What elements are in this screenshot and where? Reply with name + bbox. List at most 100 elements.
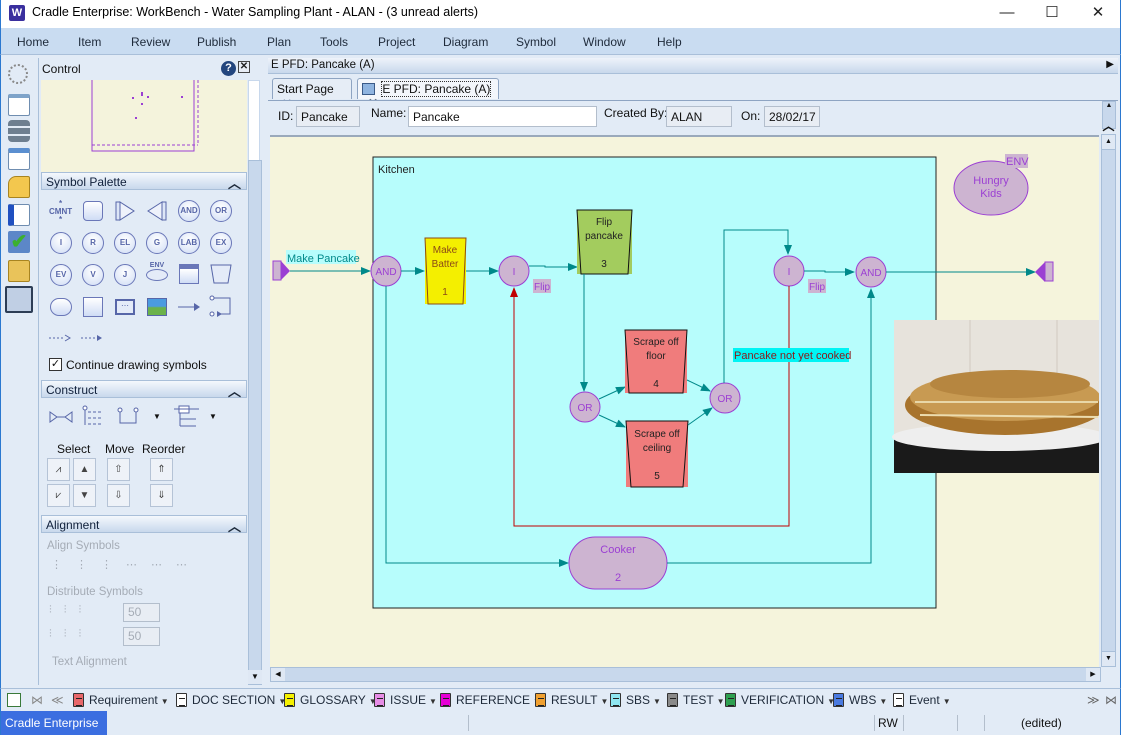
palette-square[interactable] xyxy=(83,297,103,317)
sbs-button[interactable]: SBS ▼ xyxy=(610,693,661,707)
database-icon[interactable] xyxy=(8,120,30,142)
reference-button[interactable]: REFERENCE▼ xyxy=(440,693,541,707)
palette-process[interactable] xyxy=(210,264,232,284)
palette-el[interactable]: EL xyxy=(114,232,136,254)
palette-dashed-open-arrow[interactable] xyxy=(49,332,71,342)
first-icon[interactable]: ⋈ xyxy=(31,693,43,707)
palette-ev[interactable]: EV xyxy=(50,264,72,286)
palette-and[interactable]: AND xyxy=(178,200,200,222)
move-up-button[interactable]: ⇧ xyxy=(107,458,130,481)
pancake-image[interactable] xyxy=(892,320,1099,473)
palette-g[interactable]: G xyxy=(146,232,168,254)
select-up-button[interactable]: ▲ xyxy=(73,458,96,481)
close-panel-icon[interactable]: ✕ xyxy=(238,61,250,73)
date-field[interactable]: 28/02/17 xyxy=(764,106,820,127)
palette-feedback-arrow[interactable] xyxy=(209,294,233,318)
doc-section-button[interactable]: DOC SECTION ▼ xyxy=(176,693,286,707)
canvas-vertical-scrollbar[interactable]: ▲ ▼ xyxy=(1101,134,1116,667)
query-icon[interactable] xyxy=(7,693,21,707)
select-last-button[interactable]: ⩗ xyxy=(47,484,70,507)
palette-arrow[interactable] xyxy=(177,300,201,314)
tab-pancake-diagram[interactable]: E PFD: Pancake (A) ✕ xyxy=(357,78,499,110)
tab-start-page[interactable]: Start Page ✕ xyxy=(272,78,352,110)
palette-j[interactable]: J xyxy=(114,264,136,286)
result-button[interactable]: RESULT ▼ xyxy=(535,693,608,707)
input-source[interactable] xyxy=(272,260,282,281)
menu-symbol[interactable]: Symbol xyxy=(516,35,556,49)
next-icon[interactable]: ≫ xyxy=(1087,693,1100,707)
scroll-up-icon[interactable]: ▲ xyxy=(1102,135,1115,150)
issue-button[interactable]: ISSUE ▼ xyxy=(374,693,437,707)
maximize-button[interactable]: ☐ xyxy=(1029,0,1075,28)
scroll-right-icon[interactable]: ▶ xyxy=(1086,668,1100,681)
alignment-header[interactable]: Alignment ︿ xyxy=(41,515,247,534)
close-button[interactable]: ✕ xyxy=(1075,0,1121,28)
glossary-button[interactable]: GLOSSARY ▼ xyxy=(284,693,377,707)
scroll-left-icon[interactable]: ◀ xyxy=(271,668,285,681)
menu-diagram[interactable]: Diagram xyxy=(443,35,488,49)
palette-frame[interactable] xyxy=(179,264,199,284)
menu-publish[interactable]: Publish xyxy=(197,35,236,49)
menu-window[interactable]: Window xyxy=(583,35,626,49)
palette-r[interactable]: R xyxy=(82,232,104,254)
wbs-button[interactable]: WBS ▼ xyxy=(833,693,887,707)
reorder-down-button[interactable]: ⇓ xyxy=(150,484,173,507)
move-down-button[interactable]: ⇩ xyxy=(107,484,130,507)
prev-icon[interactable]: ≪ xyxy=(51,693,64,707)
overview-scrollbar[interactable] xyxy=(248,80,260,172)
verification-button[interactable]: VERIFICATION ▼ xyxy=(725,693,835,707)
calendar-icon[interactable] xyxy=(8,148,30,170)
menu-home[interactable]: Home xyxy=(17,35,49,49)
palette-i[interactable]: I xyxy=(50,232,72,254)
last-icon[interactable]: ⋈ xyxy=(1105,693,1117,707)
checklist-icon[interactable]: ✔ xyxy=(8,231,30,253)
reorder-up-button[interactable]: ⇑ xyxy=(150,458,173,481)
settings-icon[interactable] xyxy=(8,64,28,84)
bowtie-icon[interactable] xyxy=(49,410,73,424)
menu-help[interactable]: Help xyxy=(657,35,682,49)
gantt-icon[interactable] xyxy=(8,204,30,226)
palette-rounded-box[interactable] xyxy=(83,201,103,221)
requirement-button[interactable]: Requirement ▼ xyxy=(73,693,169,707)
palette-env[interactable]: ENV xyxy=(145,262,169,286)
diagram-icon[interactable] xyxy=(5,286,33,313)
menu-plan[interactable]: Plan xyxy=(267,35,291,49)
minimize-button[interactable]: — xyxy=(984,0,1030,28)
palette-comment[interactable]: * CMNT * xyxy=(49,200,72,224)
menu-item[interactable]: Item xyxy=(78,35,101,49)
name-field[interactable]: Pancake xyxy=(408,106,597,127)
created-by-field[interactable]: ALAN xyxy=(666,106,732,127)
palette-v[interactable]: V xyxy=(82,264,104,286)
palette-lab[interactable]: LAB xyxy=(178,232,200,254)
palette-source[interactable] xyxy=(115,201,135,221)
tree-dropdown-icon[interactable]: ▼ xyxy=(209,412,217,421)
connector-dropdown-icon[interactable]: ▼ xyxy=(153,412,161,421)
event-button[interactable]: Event ▼ xyxy=(893,693,951,707)
collapse-icon[interactable]: ︿ xyxy=(228,381,241,400)
palette-image[interactable] xyxy=(147,298,167,316)
expand-right-icon[interactable]: ▶ xyxy=(1106,59,1114,70)
collapse-fields-icon[interactable]: ︿ xyxy=(1101,119,1116,133)
collapse-icon[interactable]: ︿ xyxy=(228,173,241,192)
menu-project[interactable]: Project xyxy=(378,35,415,49)
diagram-overview[interactable] xyxy=(41,77,247,172)
scroll-down-icon[interactable]: ▼ xyxy=(1102,651,1115,666)
symbol-palette-header[interactable]: Symbol Palette ︿ xyxy=(41,172,247,192)
palette-dashed-filled-arrow[interactable] xyxy=(81,332,103,342)
open-folder-icon[interactable] xyxy=(8,176,30,198)
tree-layout-icon[interactable] xyxy=(174,405,200,427)
test-button[interactable]: TEST ▼ xyxy=(667,693,725,707)
continue-drawing-checkbox[interactable]: ✓ xyxy=(49,358,62,371)
menu-tools[interactable]: Tools xyxy=(320,35,348,49)
output-sink[interactable] xyxy=(1044,261,1054,282)
report-icon[interactable] xyxy=(8,94,30,116)
palette-or[interactable]: OR xyxy=(210,200,232,222)
select-down-button[interactable]: ▼ xyxy=(73,484,96,507)
help-icon[interactable]: ? xyxy=(221,61,236,76)
connector-icon[interactable] xyxy=(117,407,139,425)
palette-ex[interactable]: EX xyxy=(210,232,232,254)
panel-scroll-down[interactable]: ▼ xyxy=(248,670,262,684)
distribute-h-input[interactable]: 50 xyxy=(123,603,160,622)
folder-link-icon[interactable] xyxy=(8,260,30,282)
distribute-v-input[interactable]: 50 xyxy=(123,627,160,646)
